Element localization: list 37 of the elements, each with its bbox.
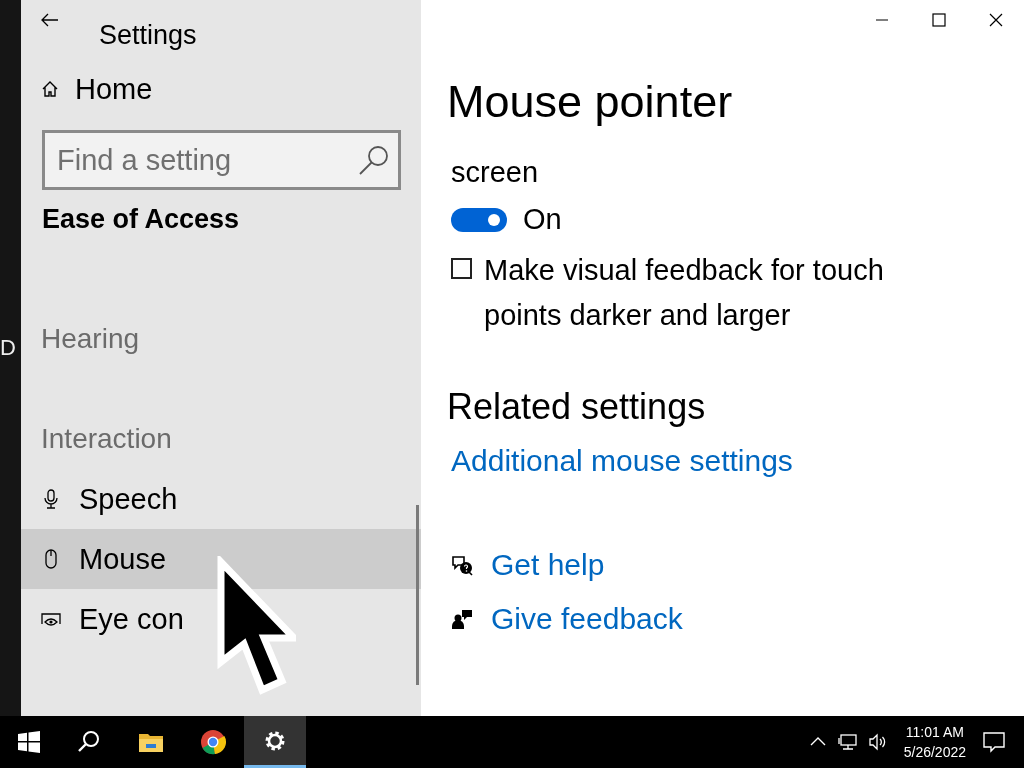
nav-item[interactable]: Mouse: [21, 529, 421, 589]
person-feedback-icon: [451, 608, 473, 630]
browser-icon: [200, 729, 226, 755]
toggle-label: On: [523, 203, 562, 236]
back-arrow-icon[interactable]: [41, 13, 59, 27]
section-title: Ease of Access: [41, 203, 241, 235]
network-icon[interactable]: [837, 732, 858, 752]
desktop-icon-label[interactable]: D: [0, 335, 21, 361]
microphone-icon: [41, 489, 61, 509]
window-title: Settings: [99, 20, 197, 51]
home-icon: [41, 80, 59, 98]
nav-item[interactable]: Speech: [21, 469, 421, 529]
speech-bubbles-icon: [451, 554, 473, 576]
help-link[interactable]: Give feedback: [491, 602, 683, 636]
search-field[interactable]: Find a setting: [42, 130, 401, 190]
page-title: Mouse pointer: [447, 75, 734, 129]
scrollbar[interactable]: [416, 505, 419, 685]
clock-time[interactable]: 11:01 AM: [905, 722, 964, 742]
section-heading: Related settings: [447, 386, 707, 428]
volume-icon[interactable]: [867, 732, 888, 752]
category-heading: Interaction: [40, 423, 173, 455]
clock-date[interactable]: 5/26/2022: [903, 742, 966, 762]
checkbox-label: Make visual feedback for touch points darker and larger: [484, 253, 885, 333]
nav-item[interactable]: Eye con: [21, 589, 421, 649]
checkbox[interactable]: [451, 258, 472, 279]
settings-link[interactable]: Additional mouse settings: [451, 444, 793, 478]
category-heading: Hearing: [40, 323, 141, 355]
home-link[interactable]: Home: [21, 60, 421, 108]
search-icon[interactable]: [357, 143, 391, 177]
help-link[interactable]: Get help: [491, 548, 605, 582]
maximize-icon[interactable]: [931, 13, 946, 27]
setting-description: screen: [451, 156, 540, 189]
notification-icon[interactable]: [982, 730, 1006, 754]
toggle-switch[interactable]: [451, 207, 507, 232]
taskbar-button[interactable]: [244, 716, 306, 768]
close-icon[interactable]: [988, 13, 1003, 27]
windows-icon: [16, 729, 42, 755]
